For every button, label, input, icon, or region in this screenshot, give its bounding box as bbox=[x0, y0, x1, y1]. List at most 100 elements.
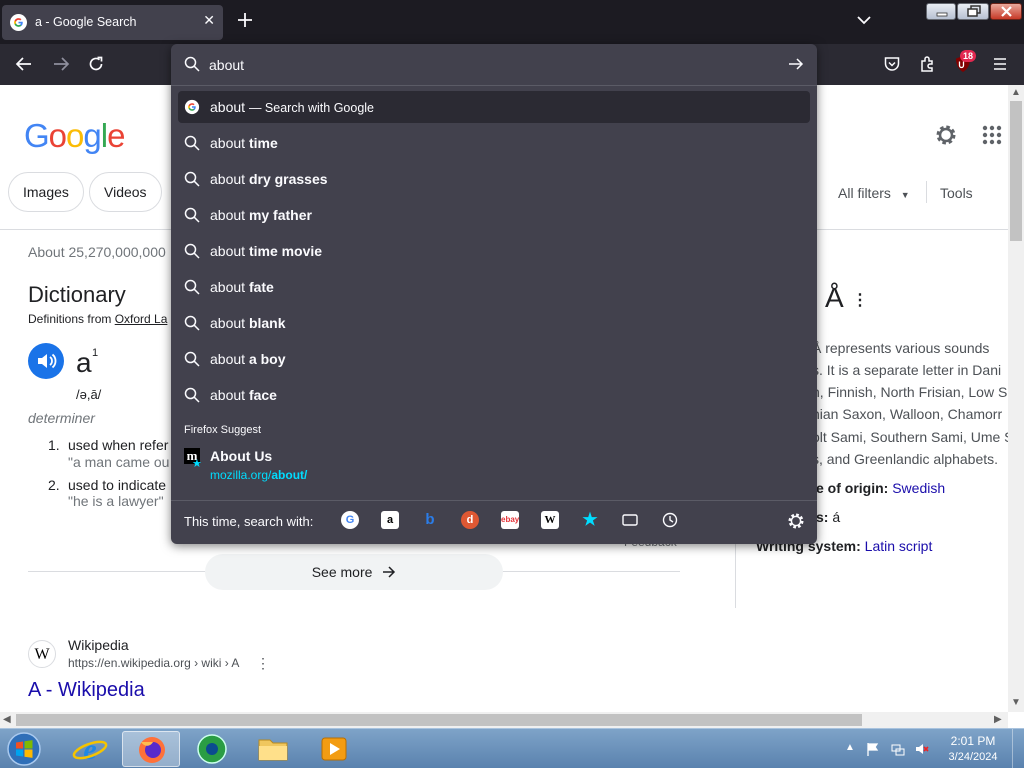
search-icon bbox=[184, 243, 200, 259]
scroll-left-icon[interactable]: ◀ bbox=[3, 714, 11, 725]
search-icon bbox=[184, 279, 200, 295]
pronounce-button[interactable] bbox=[28, 343, 64, 379]
internet-explorer-icon: e bbox=[72, 733, 108, 766]
window-close-button[interactable] bbox=[990, 3, 1022, 20]
suggestion-row[interactable]: about time movie bbox=[178, 235, 810, 267]
pocket-icon[interactable] bbox=[883, 55, 901, 73]
action-center-flag-icon[interactable] bbox=[866, 742, 880, 756]
forward-arrow-icon[interactable] bbox=[52, 55, 70, 73]
suggestion-text: about dry grasses bbox=[210, 171, 328, 187]
suggestion-row[interactable]: about dry grasses bbox=[178, 163, 810, 195]
back-arrow-icon[interactable] bbox=[15, 55, 33, 73]
google-apps-grid-icon[interactable] bbox=[982, 125, 1002, 145]
start-button[interactable] bbox=[4, 730, 44, 768]
suggestion-row[interactable]: about time bbox=[178, 127, 810, 159]
horizontal-scrollbar[interactable]: ◀ ▶ bbox=[0, 712, 1008, 728]
wikipedia-icon: W bbox=[28, 640, 56, 668]
definition-number: 1. bbox=[48, 437, 60, 453]
suggestion-row[interactable]: about blank bbox=[178, 307, 810, 339]
bookmark-star-icon: ★ bbox=[192, 458, 202, 470]
urlbar-input-row bbox=[171, 44, 817, 85]
knowledge-panel-text: Å represents various sounds bbox=[812, 340, 990, 356]
arrow-right-icon bbox=[383, 566, 396, 578]
hamburger-menu-icon[interactable] bbox=[991, 55, 1009, 73]
suggest-title: About Us bbox=[210, 448, 273, 464]
google-logo[interactable]: Google bbox=[24, 117, 125, 155]
wikipedia-engine-icon[interactable]: W bbox=[541, 511, 559, 529]
reload-icon[interactable] bbox=[87, 55, 105, 73]
suggestion-row[interactable]: about face bbox=[178, 379, 810, 411]
suggestion-prefix: about bbox=[210, 171, 249, 187]
suggestion-row[interactable]: about fate bbox=[178, 271, 810, 303]
fact-label: e of origin: bbox=[816, 480, 889, 496]
list-all-tabs-icon[interactable] bbox=[856, 14, 872, 26]
network-icon[interactable] bbox=[891, 742, 905, 756]
firefox-icon bbox=[139, 737, 165, 763]
taskbar-firefox[interactable] bbox=[122, 731, 180, 767]
fact-value-link[interactable]: Latin script bbox=[865, 538, 933, 554]
dictionary-source-link[interactable]: Oxford La bbox=[115, 312, 168, 326]
filter-chip-videos[interactable]: Videos bbox=[89, 172, 162, 212]
google-engine-icon[interactable]: G bbox=[341, 511, 359, 529]
see-more-label: See more bbox=[311, 564, 373, 580]
window-minimize-button[interactable] bbox=[926, 3, 956, 20]
tabs-icon[interactable] bbox=[621, 511, 639, 529]
fact-value-link[interactable]: Swedish bbox=[892, 480, 945, 496]
see-more-button[interactable]: See more bbox=[205, 554, 503, 590]
filter-chip-images[interactable]: Images bbox=[8, 172, 84, 212]
fact-label: s: bbox=[816, 509, 829, 525]
clock-date[interactable]: 3/24/2024 bbox=[944, 751, 1002, 763]
urlbar-input[interactable] bbox=[209, 54, 769, 76]
suggestion-text: about fate bbox=[210, 279, 274, 295]
suggestion-text: about my father bbox=[210, 207, 312, 223]
suggestion-row[interactable]: about a boy bbox=[178, 343, 810, 375]
google-favicon-icon bbox=[10, 14, 27, 31]
headword: a bbox=[76, 347, 92, 378]
suggestion-prefix: about bbox=[210, 279, 249, 295]
definition-number: 2. bbox=[48, 477, 60, 493]
suggestion-text: about time movie bbox=[210, 243, 322, 259]
scroll-down-icon[interactable]: ▼ bbox=[1011, 697, 1021, 708]
fact-variants: s: á bbox=[816, 509, 840, 525]
settings-gear-icon[interactable] bbox=[934, 123, 958, 147]
close-tab-icon[interactable]: ✕ bbox=[203, 12, 215, 29]
history-clock-icon[interactable] bbox=[661, 511, 679, 529]
taskbar-media-player[interactable] bbox=[305, 731, 363, 767]
suggestion-row[interactable]: about my father bbox=[178, 199, 810, 231]
vertical-scrollbar[interactable]: ▲ ▼ bbox=[1008, 85, 1024, 712]
bing-engine-icon[interactable]: b bbox=[421, 511, 439, 529]
volume-muted-icon[interactable] bbox=[915, 742, 929, 756]
taskbar-file-explorer[interactable] bbox=[244, 731, 302, 767]
duckduckgo-engine-icon[interactable]: d bbox=[461, 511, 479, 529]
firefox-suggest-heading: Firefox Suggest bbox=[184, 424, 262, 436]
result-more-icon[interactable]: ⋮ bbox=[256, 655, 270, 672]
horizontal-scrollbar-thumb[interactable] bbox=[16, 714, 862, 726]
scroll-right-icon[interactable]: ▶ bbox=[994, 714, 1002, 725]
scroll-up-icon[interactable]: ▲ bbox=[1011, 87, 1021, 98]
go-arrow-icon[interactable] bbox=[788, 56, 804, 72]
vertical-scrollbar-thumb[interactable] bbox=[1010, 101, 1022, 241]
result-title-link[interactable]: A - Wikipedia bbox=[28, 679, 145, 702]
ebay-engine-icon[interactable]: ebay bbox=[501, 511, 519, 529]
suggestion-prefix: about bbox=[210, 351, 249, 367]
extensions-puzzle-icon[interactable] bbox=[919, 55, 937, 73]
bookmarks-star-icon[interactable]: ★ bbox=[581, 511, 599, 529]
show-hidden-icons-icon[interactable]: ▲ bbox=[845, 742, 859, 756]
taskbar-media-center[interactable] bbox=[183, 731, 241, 767]
new-tab-icon[interactable] bbox=[236, 11, 254, 29]
amazon-engine-icon[interactable]: a bbox=[381, 511, 399, 529]
suggestion-text: about time bbox=[210, 135, 278, 151]
suggestion-completion: face bbox=[248, 387, 277, 403]
tools-button[interactable]: Tools bbox=[940, 185, 973, 201]
browser-tab[interactable]: a - Google Search ✕ bbox=[2, 5, 223, 40]
taskbar-internet-explorer[interactable]: e bbox=[61, 731, 119, 767]
more-options-icon[interactable]: ⋮ bbox=[852, 290, 868, 310]
definition-example: "a man came ou bbox=[68, 454, 170, 470]
suggestion-row-search-with-google[interactable]: about — Search with Google bbox=[178, 91, 810, 123]
search-icon bbox=[184, 351, 200, 367]
show-desktop-button[interactable] bbox=[1012, 729, 1024, 768]
all-filters-button[interactable]: All filters ▼ bbox=[838, 185, 910, 201]
window-restore-button[interactable] bbox=[957, 3, 989, 20]
search-settings-gear-icon[interactable] bbox=[787, 512, 805, 530]
clock-time[interactable]: 2:01 PM bbox=[944, 734, 1002, 748]
